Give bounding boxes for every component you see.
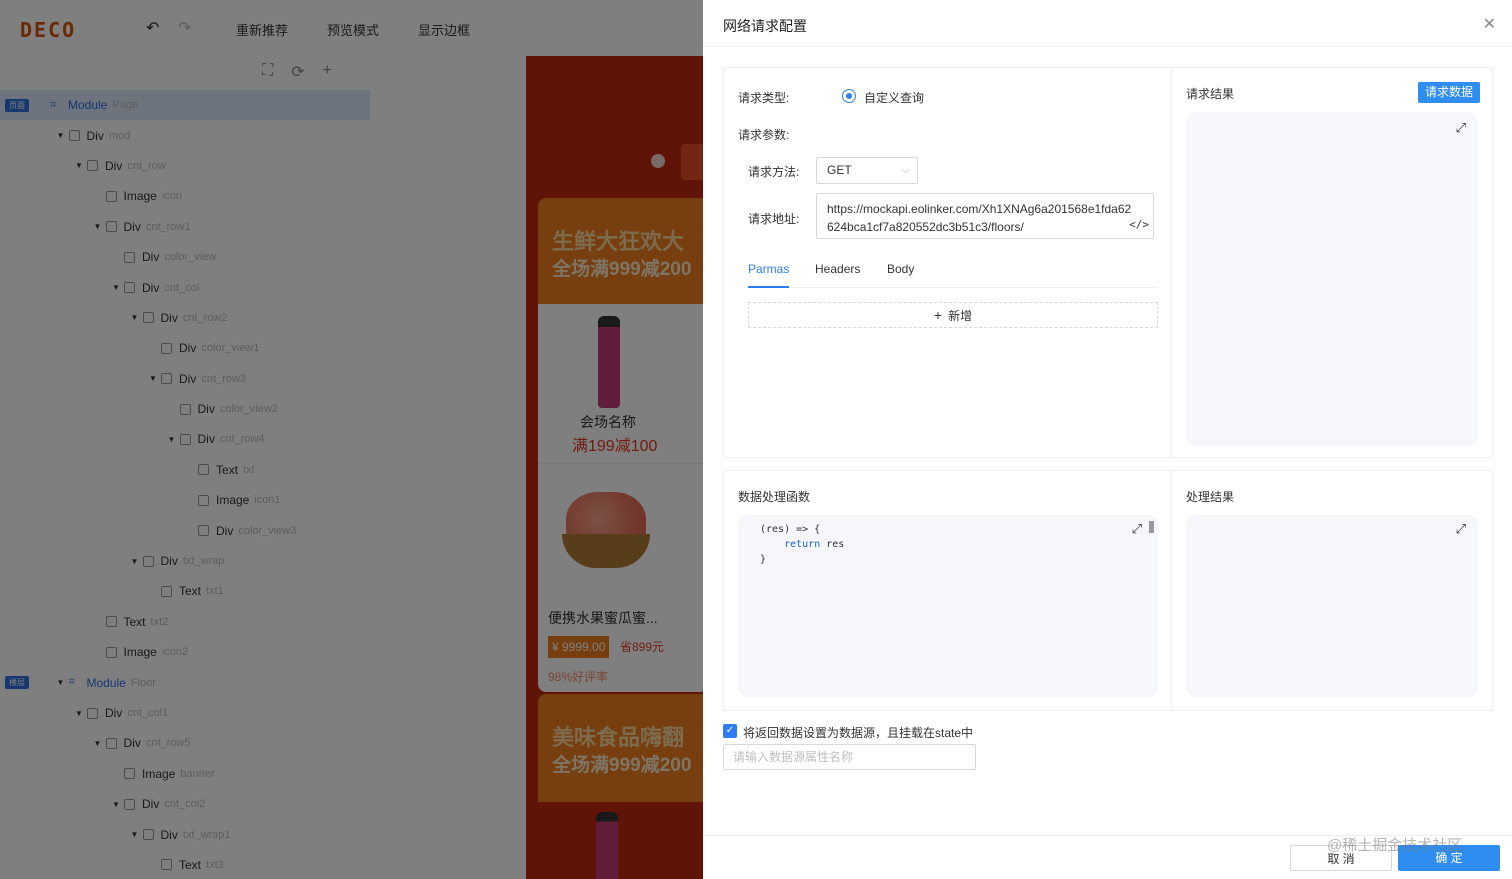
expand-icon[interactable]: ⤢	[1456, 120, 1466, 136]
process-result-box[interactable]: ⤢	[1186, 515, 1478, 697]
drawer-footer: 取 消 确 定 @稀土掘金技术社区	[703, 835, 1512, 879]
tab-params[interactable]: Parmas	[748, 262, 789, 276]
request-method-value: GET	[827, 163, 852, 177]
chevron-down-icon: ⌵	[901, 165, 909, 176]
custom-query-label[interactable]: 自定义查询	[864, 89, 924, 106]
data-function-panel: 数据处理函数 (res) => { return res } ⤢	[723, 470, 1172, 711]
watermark: @稀土掘金技术社区	[1327, 837, 1463, 854]
request-result-panel: 请求结果 请求数据 ⤢	[1171, 67, 1493, 458]
process-result-title: 处理结果	[1186, 490, 1235, 504]
expand-icon[interactable]: ⤢	[1456, 521, 1466, 537]
add-param-button[interactable]: + 新增	[748, 302, 1158, 328]
request-method-select[interactable]: GET ⌵	[816, 157, 918, 184]
request-result-title: 请求结果	[1186, 87, 1235, 101]
request-type-label: 请求类型:	[738, 91, 790, 105]
code-scrollbar[interactable]	[1149, 521, 1154, 533]
request-url-value: https://mockapi.eolinker.com/Xh1XNAg6a20…	[827, 202, 1132, 234]
tab-headers[interactable]: Headers	[815, 262, 860, 276]
param-tabs: Parmas Headers Body	[748, 258, 1158, 288]
drawer-title: 网络请求配置	[723, 18, 807, 34]
code-icon[interactable]: </>	[1129, 216, 1149, 234]
request-result-box[interactable]: ⤢	[1186, 112, 1478, 446]
add-param-label: 新增	[948, 309, 973, 323]
request-config-panel: 请求类型: 自定义查询 请求参数: 请求方法: GET ⌵ 请求地址: http…	[723, 67, 1172, 458]
request-url-input[interactable]: https://mockapi.eolinker.com/Xh1XNAg6a20…	[816, 193, 1154, 239]
plus-icon: +	[933, 307, 943, 323]
code-line-2: res	[820, 539, 845, 550]
close-icon[interactable]: ✕	[1483, 14, 1496, 34]
tab-body[interactable]: Body	[887, 262, 914, 276]
data-function-title: 数据处理函数	[738, 490, 811, 504]
function-code[interactable]: (res) => { return res }	[760, 522, 844, 567]
function-code-editor[interactable]: (res) => { return res } ⤢	[738, 515, 1158, 697]
drawer-header: 网络请求配置 ✕	[703, 0, 1512, 47]
code-line-3: }	[760, 554, 767, 565]
datasource-name-input[interactable]	[723, 744, 976, 770]
network-request-drawer: 网络请求配置 ✕ 请求类型: 自定义查询 请求参数: 请求方法: GET ⌵ 请…	[703, 0, 1512, 879]
expand-icon[interactable]: ⤢	[1132, 521, 1142, 537]
request-data-button[interactable]: 请求数据	[1417, 82, 1480, 103]
code-line-1: (res) => {	[760, 524, 821, 535]
code-keyword-return: return	[784, 539, 821, 550]
request-params-label: 请求参数:	[738, 128, 790, 142]
process-result-panel: 处理结果 ⤢	[1171, 470, 1493, 711]
request-url-label: 请求地址:	[748, 212, 800, 226]
active-tab-indicator	[748, 286, 789, 288]
request-method-label: 请求方法:	[748, 165, 800, 179]
datasource-checkbox[interactable]: ✓	[723, 724, 737, 738]
datasource-checkbox-label[interactable]: 将返回数据设置为数据源，且挂载在state中	[743, 724, 973, 741]
custom-query-radio[interactable]	[842, 89, 856, 103]
